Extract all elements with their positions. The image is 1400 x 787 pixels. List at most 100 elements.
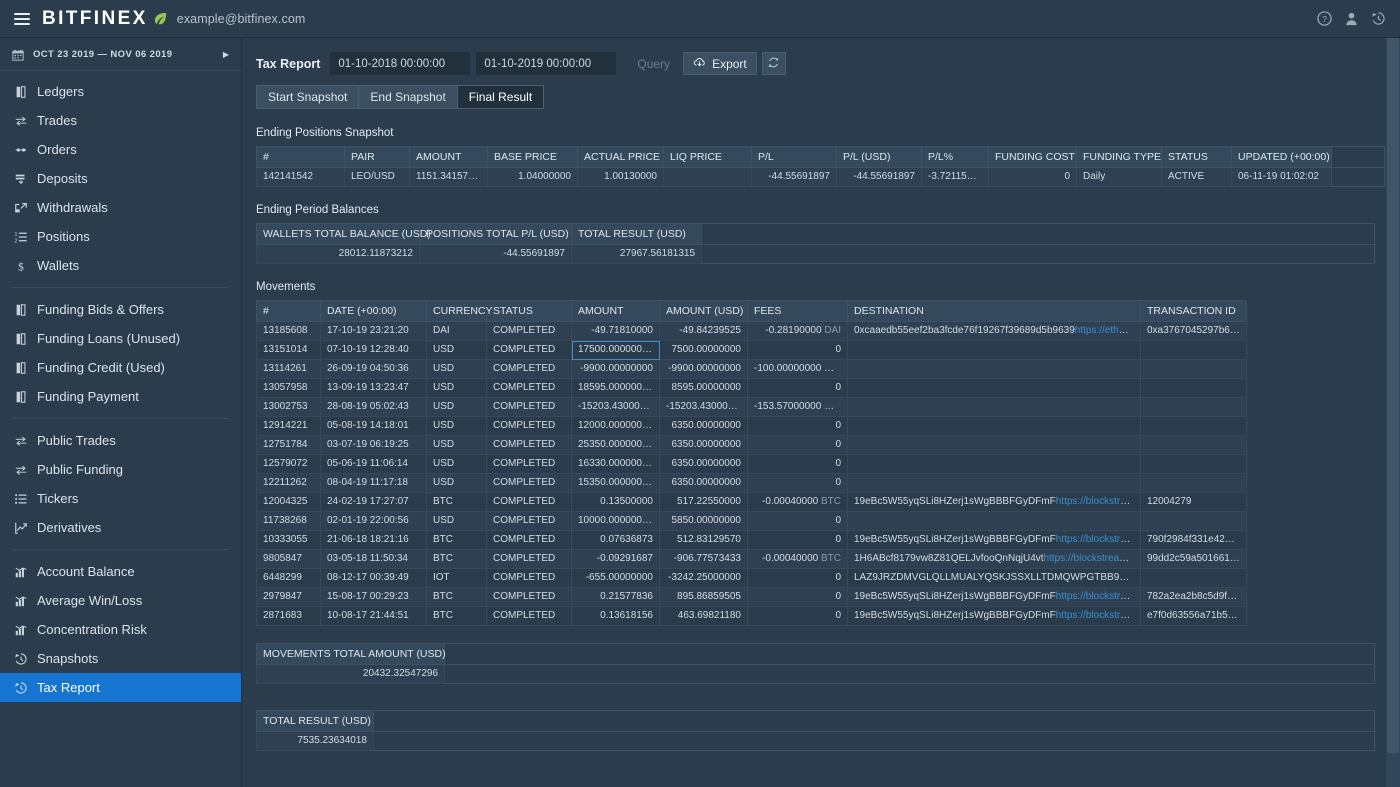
position-pl-pct: -3.72115385 [922,168,989,187]
position-pair: LEO/USD [345,168,410,187]
sidebar-item-withdrawals[interactable]: Withdrawals [0,193,241,222]
movement-fees: 0 [748,474,848,493]
tab-start-snapshot[interactable]: Start Snapshot [256,85,358,109]
movement-transaction-id: 790f2984f331e426… [1141,531,1247,550]
movement-currency: BTC [427,550,487,569]
table-row: 1300275328-08-19 05:02:43USDCOMPLETED-15… [257,398,1247,417]
sidebar-item-positions[interactable]: 12Positions [0,222,241,251]
bar-chart-icon [14,623,28,637]
dollar-icon: $ [14,259,28,273]
column-header-: # [257,147,345,168]
column-header-date-00-00: DATE (+00:00) [321,301,427,322]
movement-destination-link[interactable]: https://blockstream.info [1056,534,1141,545]
book-icon [14,332,28,346]
column-header-total-result-usd: TOTAL RESULT (USD) [572,224,702,245]
brand-name: BITFINEX [42,8,148,30]
history-icon[interactable] [1371,11,1386,26]
position-amount: 1151.34157550 [410,168,488,187]
sidebar-item-ledgers[interactable]: Ledgers [0,77,241,106]
sidebar-item-label: Concentration Risk [37,622,147,637]
movement-destination [848,436,1141,455]
sidebar-item-label: Orders [37,142,77,157]
sidebar-item-wallets[interactable]: $Wallets [0,251,241,280]
sidebar-item-derivatives[interactable]: Derivatives [0,513,241,542]
movement-amount: 0.21577836 [572,588,660,607]
movement-destination-link[interactable]: https://blockstream.info [1044,553,1141,564]
main-scrollbar-thumb[interactable] [1387,38,1399,753]
list-icon [14,492,28,506]
sidebar-item-tax-report[interactable]: Tax Report [0,673,241,702]
chevron-right-icon[interactable]: ▶ [223,50,229,59]
table-row: 1275178403-07-19 06:19:25USDCOMPLETED253… [257,436,1247,455]
movement-destination-link[interactable]: https://blockstream.info [1056,610,1141,621]
date-range-selector[interactable]: OCT 23 2019 — NOV 06 2019 ▶ [0,38,241,71]
column-header-pair: PAIR [345,147,410,168]
sidebar-item-tickers[interactable]: Tickers [0,484,241,513]
help-icon[interactable]: ? [1317,11,1332,26]
table-row: 644829908-12-17 00:39:49IOTCOMPLETED-655… [257,569,1247,588]
sidebar-item-average-win-loss[interactable]: Average Win/Loss [0,586,241,615]
refresh-button[interactable] [762,52,786,75]
export-button[interactable]: Export [683,52,757,75]
movement-destination: 19eBc5W55yqSLi8HZerj1sWgBBBFGyDFmFhttps:… [848,607,1141,626]
sidebar-item-funding-payment[interactable]: Funding Payment [0,382,241,411]
sidebar-item-orders[interactable]: Orders [0,135,241,164]
start-date-input[interactable] [330,52,470,75]
column-header-positions-total-p-l-usd: POSITIONS TOTAL P/L (USD) [420,224,572,245]
movement-fees-unit: BTC [818,496,841,507]
sidebar-item-label: Positions [37,229,90,244]
tab-final-result[interactable]: Final Result [457,85,544,109]
sidebar-item-deposits[interactable]: Deposits [0,164,241,193]
sidebar-item-label: Withdrawals [37,200,108,215]
position-pl: -44.55691897 [752,168,837,187]
end-date-input[interactable] [476,52,616,75]
movement-transaction-id: 99dd2c59a501661… [1141,550,1247,569]
sidebar-item-concentration-risk[interactable]: Concentration Risk [0,615,241,644]
sidebar-item-public-trades[interactable]: Public Trades [0,426,241,455]
movement-destination-link[interactable]: https://blockstream.info [1056,496,1141,507]
movement-transaction-id [1141,360,1247,379]
exchange-icon [14,463,28,477]
movement-destination: 19eBc5W55yqSLi8HZerj1sWgBBBFGyDFmFhttps:… [848,531,1141,550]
movement-date: 21-06-18 18:21:16 [321,531,427,550]
movement-amount: 25350.00000000 [572,436,660,455]
tab-end-snapshot[interactable]: End Snapshot [358,85,456,109]
movement-status: COMPLETED [487,436,572,455]
movement-fees: -0.00040000 BTC [748,550,848,569]
movement-destination-link[interactable]: https://etherscan.io [1075,325,1141,336]
sidebar-item-snapshots[interactable]: Snapshots [0,644,241,673]
query-button[interactable]: Query [624,52,683,75]
movement-amount-usd: 6350.00000000 [660,417,748,436]
sidebar-item-funding-loans-unused[interactable]: Funding Loans (Unused) [0,324,241,353]
movement-destination [848,455,1141,474]
ending-positions-table: #PAIRAMOUNTBASE PRICEACTUAL PRICELIQ PRI… [256,146,1385,187]
movements-total-header: MOVEMENTS TOTAL AMOUNT (USD) [257,644,445,665]
movement-fees: 0 [748,512,848,531]
sidebar-item-trades[interactable]: Trades [0,106,241,135]
movement-status: COMPLETED [487,341,572,360]
book-icon [14,390,28,404]
hamburger-icon[interactable] [14,13,30,25]
movement-destination [848,379,1141,398]
movement-id: 9805847 [257,550,321,569]
book-icon [14,85,28,99]
export-label: Export [712,57,747,71]
movement-amount: 12000.00000000 [572,417,660,436]
movement-amount-usd: -3242.25000000 [660,569,748,588]
column-header-status: STATUS [1162,147,1232,168]
movement-status: COMPLETED [487,360,572,379]
movement-destination-link[interactable]: https://blockstream.info [1056,591,1141,602]
movement-destination [848,417,1141,436]
sidebar-item-funding-credit-used[interactable]: Funding Credit (Used) [0,353,241,382]
column-header-blank [702,224,1375,245]
sidebar-item-account-balance[interactable]: Account Balance [0,557,241,586]
movement-date: 17-10-19 23:21:20 [321,322,427,341]
svg-text:$: $ [18,261,24,273]
main-scrollbar[interactable] [1386,38,1400,787]
sidebar-item-label: Deposits [37,171,88,186]
sidebar-item-funding-bids-offers[interactable]: Funding Bids & Offers [0,295,241,324]
user-icon[interactable] [1344,11,1359,26]
sidebar-item-public-funding[interactable]: Public Funding [0,455,241,484]
movement-amount: -15203.43000000 [572,398,660,417]
spacer-cell [1332,168,1385,187]
